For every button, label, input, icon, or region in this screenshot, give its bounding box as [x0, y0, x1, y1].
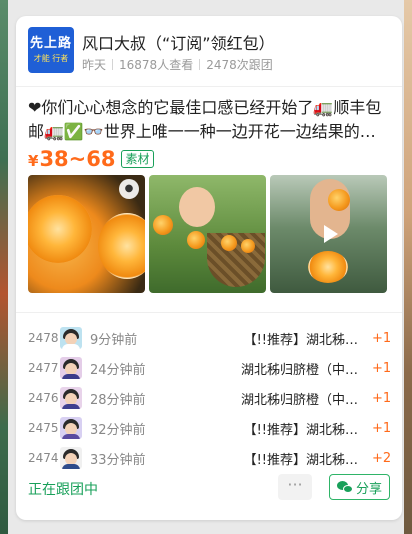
- order-time: 32分钟前: [90, 422, 146, 438]
- orange-illustration: [221, 235, 237, 251]
- group-buy-card[interactable]: 先上路 才能 行者 风口大叔（“订阅”领红包） 昨天 16878人查看 2478…: [16, 16, 402, 520]
- buyer-avatar: [60, 327, 82, 349]
- order-quantity: +2: [372, 450, 392, 466]
- orange-half-illustration: [28, 195, 92, 263]
- order-item: 【!!推荐】湖北秭…: [243, 332, 358, 348]
- following-status[interactable]: 正在跟团中: [28, 479, 98, 499]
- material-tag[interactable]: 素材: [121, 150, 154, 168]
- buyer-avatar: [60, 447, 82, 469]
- logo-text-main: 先上路: [29, 36, 72, 51]
- group-title[interactable]: 风口大叔（“订阅”领红包）: [82, 30, 275, 54]
- order-row[interactable]: 2477 24分钟前 湖北秭归脐橙（中… +1: [28, 353, 392, 383]
- background-left-strip: [0, 0, 8, 534]
- order-quantity: +1: [372, 360, 392, 376]
- more-options-button[interactable]: ···: [278, 474, 312, 500]
- recent-orders-list: 2478 9分钟前 【!!推荐】湖北秭… +1 2477 24分钟前 湖北秭归脐…: [28, 323, 392, 473]
- order-row[interactable]: 2476 28分钟前 湖北秭归脐橙（中… +1: [28, 383, 392, 413]
- group-meta: 昨天 16878人查看 2478次跟团: [82, 56, 273, 73]
- order-item: 【!!推荐】湖北秭…: [243, 452, 358, 468]
- wechat-icon: [336, 480, 353, 494]
- order-number: 2474: [28, 451, 59, 465]
- currency-symbol: ¥: [28, 152, 39, 170]
- buyer-avatar: [60, 387, 82, 409]
- order-row[interactable]: 2475 32分钟前 【!!推荐】湖北秭… +1: [28, 413, 392, 443]
- meta-views: 16878人查看: [119, 58, 194, 72]
- price-range: 38~68: [39, 147, 116, 171]
- order-row[interactable]: 2478 9分钟前 【!!推荐】湖北秭… +1: [28, 323, 392, 353]
- background-right-strip: [404, 0, 412, 534]
- order-row[interactable]: 2474 33分钟前 【!!推荐】湖北秭… +2: [28, 443, 392, 473]
- shop-logo-icon: ●: [119, 179, 139, 199]
- orange-half-illustration: [98, 213, 145, 279]
- order-item: 湖北秭归脐橙（中…: [240, 392, 358, 408]
- order-time: 24分钟前: [90, 362, 146, 378]
- media-thumb-child-basket[interactable]: [149, 175, 266, 293]
- logo-text-sub: 才能 行者: [33, 54, 69, 63]
- buyer-avatar: [60, 417, 82, 439]
- order-item: 【!!推荐】湖北秭…: [243, 422, 358, 438]
- order-time: 28分钟前: [90, 392, 146, 408]
- order-time: 33分钟前: [90, 452, 146, 468]
- meta-divider: [112, 59, 114, 70]
- orange-illustration: [328, 189, 350, 211]
- meta-date: 昨天: [82, 58, 107, 72]
- orange-illustration: [153, 215, 173, 235]
- orange-illustration: [187, 231, 205, 249]
- order-number: 2476: [28, 391, 59, 405]
- group-logo[interactable]: 先上路 才能 行者: [28, 27, 74, 73]
- share-label: 分享: [355, 481, 382, 497]
- child-face-illustration: [179, 187, 215, 227]
- orange-illustration: [241, 239, 255, 253]
- buyer-avatar: [60, 357, 82, 379]
- order-quantity: +1: [372, 420, 392, 436]
- meta-divider: [199, 59, 201, 70]
- orange-half-illustration: [308, 251, 348, 283]
- media-thumb-oranges-cut[interactable]: ●: [28, 175, 145, 293]
- price-row: ¥38~68 素材: [28, 147, 154, 171]
- order-item: 湖北秭归脐橙（中…: [240, 362, 358, 378]
- price: ¥38~68: [28, 147, 115, 171]
- header-divider: [16, 86, 402, 87]
- order-number: 2477: [28, 361, 59, 375]
- order-number: 2475: [28, 421, 59, 435]
- order-quantity: +1: [372, 330, 392, 346]
- orders-divider: [16, 312, 402, 313]
- share-button[interactable]: 分享: [329, 474, 390, 500]
- post-description[interactable]: ❤你们心心想念的它最佳口感已经开始了🚛顺丰包邮🚛✅👓世界上唯一一种一边开花一边结…: [28, 96, 394, 144]
- play-icon[interactable]: [323, 225, 338, 243]
- order-time: 9分钟前: [90, 332, 138, 348]
- order-quantity: +1: [372, 390, 392, 406]
- order-number: 2478: [28, 331, 59, 345]
- media-gallery: ●: [28, 175, 387, 293]
- meta-orders: 2478次跟团: [206, 58, 273, 72]
- media-thumb-video[interactable]: [270, 175, 387, 293]
